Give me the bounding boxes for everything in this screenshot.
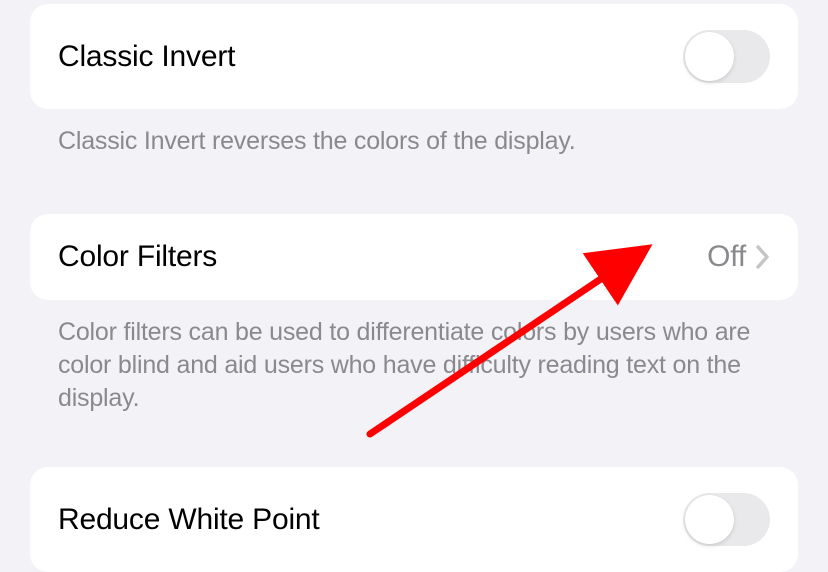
color-filters-footer: Color filters can be used to differentia… (30, 300, 798, 415)
reduce-white-point-label: Reduce White Point (58, 503, 320, 537)
reduce-white-point-row[interactable]: Reduce White Point (30, 467, 798, 572)
classic-invert-label: Classic Invert (58, 40, 235, 74)
color-filters-row[interactable]: Color Filters Off (30, 214, 798, 300)
chevron-right-icon (756, 245, 770, 269)
classic-invert-toggle[interactable] (683, 30, 770, 83)
classic-invert-footer: Classic Invert reverses the colors of th… (30, 109, 798, 158)
reduce-white-point-toggle[interactable] (683, 493, 770, 546)
color-filters-value: Off (707, 240, 746, 274)
color-filters-detail: Off (707, 240, 770, 274)
toggle-knob (685, 32, 734, 81)
classic-invert-row[interactable]: Classic Invert (30, 4, 798, 109)
toggle-knob (685, 495, 734, 544)
color-filters-label: Color Filters (58, 240, 217, 274)
